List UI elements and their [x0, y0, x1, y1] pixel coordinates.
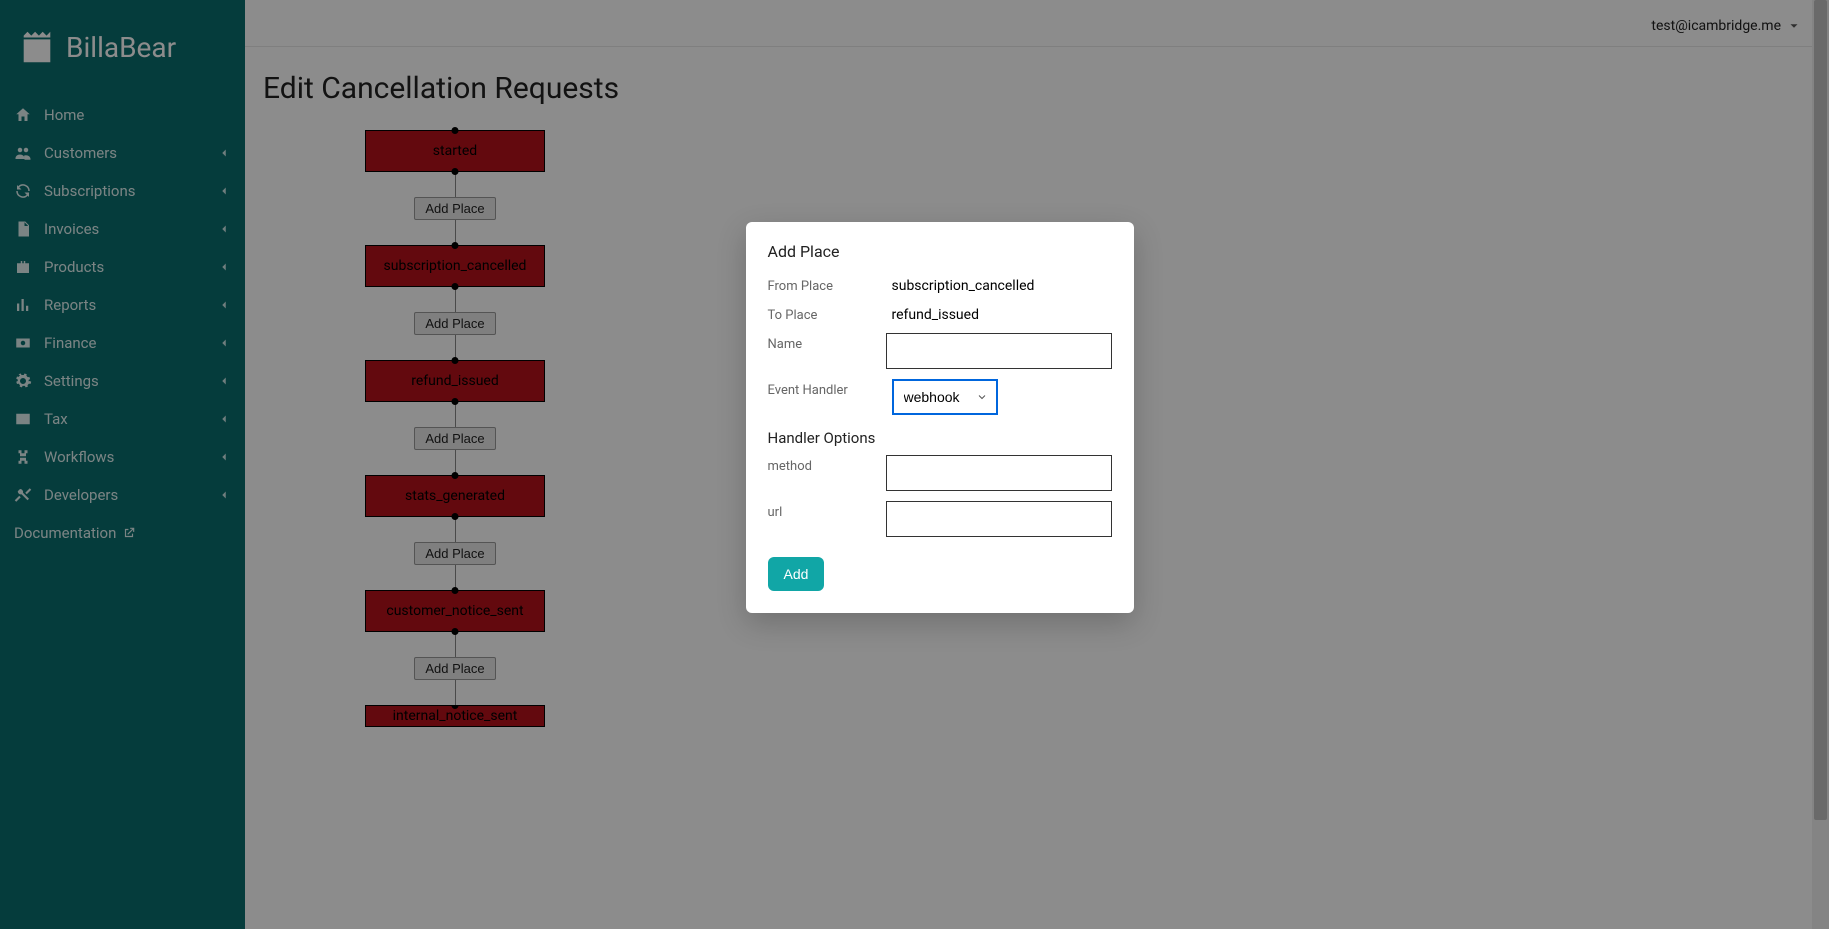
to-place-label: To Place [768, 304, 892, 323]
handler-options-title: Handler Options [768, 429, 1112, 447]
to-place-value: refund_issued [892, 304, 979, 323]
event-handler-label: Event Handler [768, 379, 892, 398]
name-label: Name [768, 333, 887, 352]
add-place-modal: Add Place From Place subscription_cancel… [746, 222, 1134, 613]
from-place-label: From Place [768, 275, 892, 294]
from-place-value: subscription_cancelled [892, 275, 1035, 294]
modal-title: Add Place [768, 242, 1112, 261]
method-label: method [768, 455, 887, 474]
modal-overlay[interactable]: Add Place From Place subscription_cancel… [0, 0, 1829, 929]
url-input[interactable] [886, 501, 1111, 537]
name-input[interactable] [886, 333, 1111, 369]
event-handler-select[interactable]: webhook [892, 379, 998, 415]
url-label: url [768, 501, 887, 520]
add-button[interactable]: Add [768, 557, 825, 591]
method-input[interactable] [886, 455, 1111, 491]
